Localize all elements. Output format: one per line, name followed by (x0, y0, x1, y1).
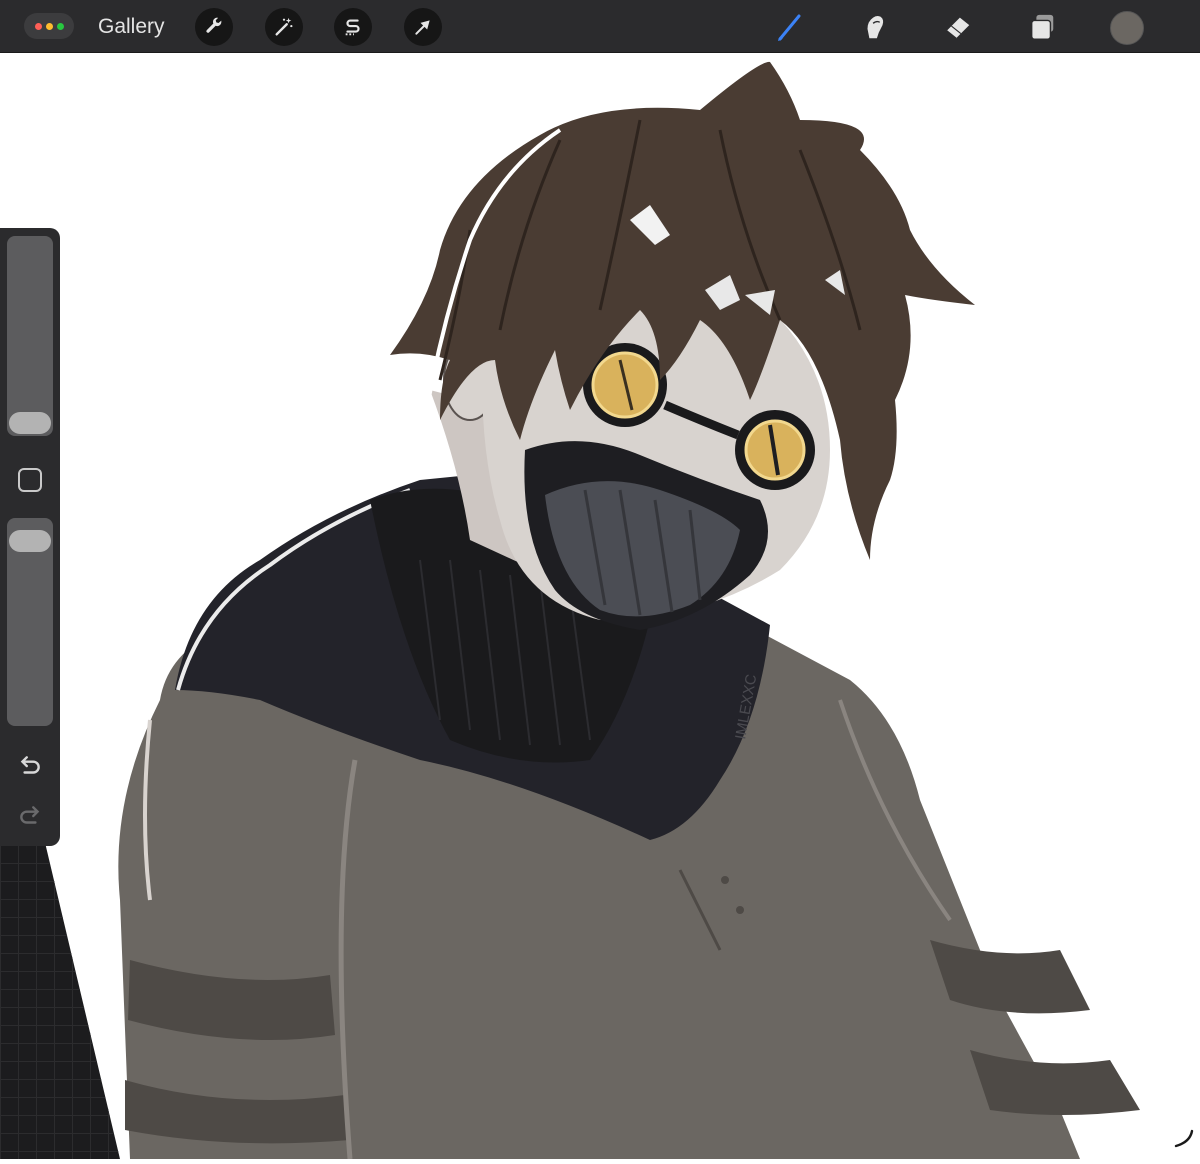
brush-size-slider[interactable] (7, 236, 53, 436)
more-menu-button[interactable] (24, 13, 74, 39)
eraser-icon (946, 17, 970, 39)
modify-button[interactable] (18, 468, 42, 492)
redo-arrow-icon (20, 806, 40, 824)
layers-button[interactable] (1022, 8, 1062, 46)
undo-arrow-icon (20, 756, 40, 774)
dot-green (56, 22, 64, 30)
stroke-mark-icon (1174, 1129, 1194, 1148)
artwork-illustration: IMLEXXC (118, 61, 1140, 1160)
side-toolbar (0, 228, 60, 846)
actions-button[interactable] (195, 8, 233, 46)
brush-icon (778, 14, 801, 41)
selection-button[interactable] (334, 8, 372, 46)
brush-tool-button[interactable] (770, 8, 810, 46)
smudge-finger-icon (867, 15, 884, 39)
arrow-cursor-icon (415, 20, 430, 35)
transform-button[interactable] (404, 8, 442, 46)
canvas[interactable]: IMLEXXC (0, 52, 1200, 1160)
undo-button[interactable] (14, 750, 46, 782)
dot-red (34, 22, 42, 30)
magic-wand-icon (275, 17, 293, 36)
redo-button[interactable] (14, 800, 46, 832)
selection-s-icon (345, 19, 360, 36)
opacity-thumb[interactable] (9, 530, 51, 552)
gallery-button[interactable]: Gallery (98, 14, 165, 40)
brush-size-thumb[interactable] (9, 412, 51, 434)
opacity-slider[interactable] (7, 518, 53, 726)
layers-icon (1030, 14, 1054, 40)
top-toolbar: Gallery (0, 0, 1200, 53)
wrench-icon (206, 17, 222, 33)
dot-yellow (45, 22, 53, 30)
color-picker-button[interactable] (1110, 11, 1144, 45)
smudge-tool-button[interactable] (855, 8, 895, 46)
adjustments-button[interactable] (265, 8, 303, 46)
eraser-tool-button[interactable] (938, 8, 978, 46)
